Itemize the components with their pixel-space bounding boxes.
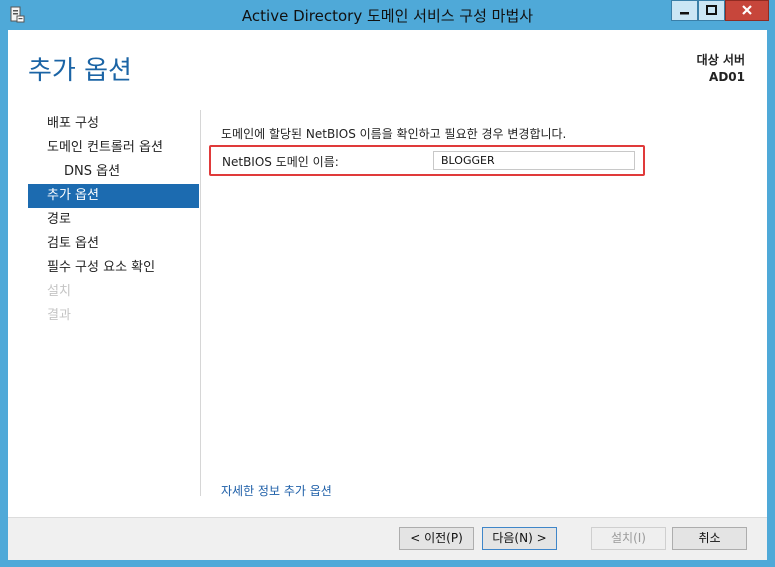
window-title: Active Directory 도메인 서비스 구성 마법사 [241, 7, 534, 25]
nav-item-review-options[interactable]: 검토 옵션 [28, 232, 199, 256]
maximize-icon [706, 1, 717, 20]
netbios-domain-name-input[interactable]: BLOGGER [433, 151, 635, 170]
maximize-button[interactable] [698, 0, 725, 21]
previous-button[interactable]: < 이전(P) [399, 527, 474, 550]
nav-item-prerequisites-check[interactable]: 필수 구성 요소 확인 [28, 256, 199, 280]
target-server-info: 대상 서버 AD01 [697, 52, 745, 86]
page-title: 추가 옵션 [28, 56, 132, 86]
netbios-label: NetBIOS 도메인 이름: [222, 155, 339, 169]
minimize-icon [679, 1, 690, 20]
description-text: 도메인에 할당된 NetBIOS 이름을 확인하고 필요한 경우 변경합니다. [221, 127, 567, 141]
target-server-label: 대상 서버 [696, 53, 745, 67]
wizard-nav: 배포 구성 도메인 컨트롤러 옵션 DNS 옵션 추가 옵션 경로 검토 옵션 … [28, 112, 199, 328]
nav-item-paths[interactable]: 경로 [28, 208, 199, 232]
wizard-footer: < 이전(P) 다음(N) > 설치(I) 취소 [8, 517, 767, 560]
target-server-name: AD01 [709, 70, 745, 84]
install-button: 설치(I) [591, 527, 666, 550]
nav-item-deployment-config[interactable]: 배포 구성 [28, 112, 199, 136]
wizard-client-area: 추가 옵션 대상 서버 AD01 배포 구성 도메인 컨트롤러 옵션 DNS 옵… [8, 30, 767, 560]
nav-item-additional-options[interactable]: 추가 옵션 [28, 184, 199, 208]
title-bar[interactable]: Active Directory 도메인 서비스 구성 마법사 [0, 0, 775, 30]
nav-item-dns-options[interactable]: DNS 옵션 [28, 160, 199, 184]
next-button[interactable]: 다음(N) > [482, 527, 557, 550]
netbios-highlight-box: NetBIOS 도메인 이름: BLOGGER [209, 145, 645, 176]
minimize-button[interactable] [671, 0, 698, 21]
nav-item-dc-options[interactable]: 도메인 컨트롤러 옵션 [28, 136, 199, 160]
nav-item-results: 결과 [47, 308, 71, 323]
close-button[interactable] [725, 0, 769, 21]
close-icon [741, 1, 753, 20]
window-frame: Active Directory 도메인 서비스 구성 마법사 추가 옵션 대상… [0, 0, 775, 567]
cancel-button[interactable]: 취소 [672, 527, 747, 550]
nav-item-installation: 설치 [47, 284, 71, 299]
more-info-link[interactable]: 자세한 정보 추가 옵션 [221, 482, 332, 499]
nav-divider [200, 110, 201, 496]
